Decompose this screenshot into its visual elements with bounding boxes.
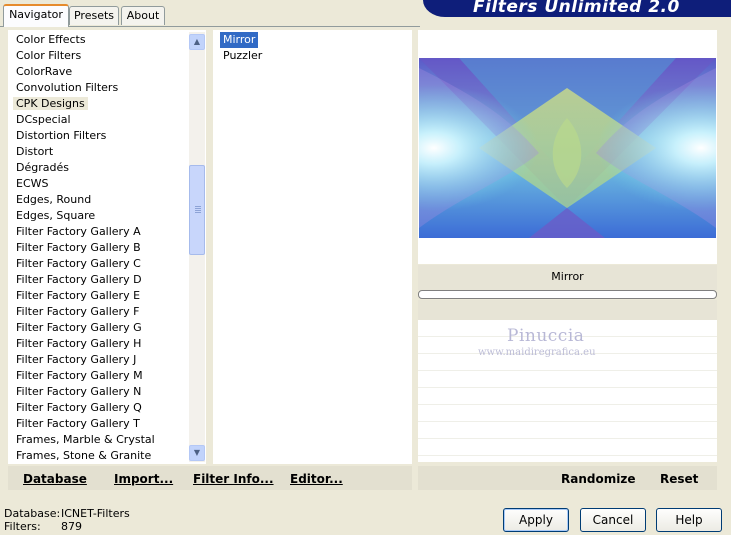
param-row	[418, 388, 717, 405]
editor-button[interactable]: Editor...	[290, 466, 343, 492]
category-item[interactable]: Frames, Marble & Crystal	[8, 432, 188, 448]
category-item-label: Filter Factory Gallery E	[16, 289, 141, 302]
preview-image	[419, 58, 716, 238]
status-filters-label: Filters:	[4, 520, 41, 533]
filter-item[interactable]: Puzzler	[220, 48, 410, 64]
category-item-label: Filter Factory Gallery T	[16, 417, 140, 430]
reset-button[interactable]: Reset	[660, 466, 698, 492]
category-item-label: Filter Factory Gallery H	[16, 337, 142, 350]
param-row	[418, 422, 717, 439]
category-item[interactable]: Filter Factory Gallery Q	[8, 400, 188, 416]
category-item[interactable]: Filter Factory Gallery D	[8, 272, 188, 288]
category-item[interactable]: Filter Factory Gallery B	[8, 240, 188, 256]
category-item-label: Filter Factory Gallery D	[16, 273, 142, 286]
category-item[interactable]: Filter Factory Gallery G	[8, 320, 188, 336]
scroll-thumb[interactable]	[189, 165, 205, 255]
category-item-label: Edges, Round	[16, 193, 92, 206]
category-item-label: Color Filters	[16, 49, 82, 62]
category-item[interactable]: Filter Factory Gallery M	[8, 368, 188, 384]
status-filters-value: 879	[61, 520, 82, 533]
category-item[interactable]: Filter Factory Gallery H	[8, 336, 188, 352]
filter-panel	[213, 30, 412, 464]
category-item[interactable]: Filter Factory Gallery E	[8, 288, 188, 304]
app-banner: Filters Unlimited 2.0	[423, 0, 731, 17]
import-button[interactable]: Import...	[114, 466, 173, 492]
tab-presets[interactable]: Presets	[69, 6, 119, 25]
status-database-value: ICNET-Filters	[61, 507, 130, 520]
category-item-label: ECWS	[16, 177, 49, 190]
param-row	[418, 371, 717, 388]
category-item[interactable]: Filter Factory Gallery T	[8, 416, 188, 432]
category-item[interactable]: Dégradés	[8, 160, 188, 176]
category-item[interactable]: Distortion Filters	[8, 128, 188, 144]
category-item-label: Filter Factory Gallery C	[16, 257, 141, 270]
param-slider[interactable]	[418, 290, 717, 299]
category-item-label: CPK Designs	[13, 97, 88, 110]
left-toolbar: Database Import... Filter Info... Editor…	[8, 466, 412, 490]
category-item-label: Edges, Square	[16, 209, 96, 222]
category-item[interactable]: Filter Factory Gallery N	[8, 384, 188, 400]
category-item-label: Filter Factory Gallery A	[16, 225, 141, 238]
watermark-name: Pinuccia	[507, 326, 585, 346]
help-button[interactable]: Help	[656, 508, 722, 532]
status-database: Database:ICNET-Filters	[4, 507, 130, 520]
category-list[interactable]: Color Effects Color Filters ColorRave Convo…	[8, 32, 188, 462]
category-item-label: Distortion Filters	[16, 129, 107, 142]
category-item[interactable]: Convolution Filters	[8, 80, 188, 96]
category-item-label: Filter Factory Gallery B	[16, 241, 141, 254]
category-item[interactable]: DCspecial	[8, 112, 188, 128]
category-item-label: Convolution Filters	[16, 81, 119, 94]
category-item-label: Dégradés	[16, 161, 69, 174]
param-spacer	[418, 300, 717, 320]
category-item-label: Filter Factory Gallery J	[16, 353, 137, 366]
cancel-button[interactable]: Cancel	[580, 508, 646, 532]
scroll-up-icon[interactable]: ▲	[189, 34, 205, 50]
status-filters: Filters: 879	[4, 520, 82, 533]
category-item[interactable]: Edges, Square	[8, 208, 188, 224]
filter-item[interactable]: Mirror	[220, 32, 410, 48]
category-item-label: ColorRave	[16, 65, 73, 78]
param-row	[418, 405, 717, 422]
watermark-url: www.maidiregrafica.eu	[478, 347, 596, 358]
category-item-label: Distort	[16, 145, 54, 158]
filter-item-label: Puzzler	[223, 49, 263, 62]
right-toolbar: Randomize Reset	[418, 466, 717, 490]
database-button[interactable]: Database	[23, 466, 87, 492]
category-item[interactable]: Color Effects	[8, 32, 188, 48]
filter-info-button[interactable]: Filter Info...	[193, 466, 274, 492]
category-item[interactable]: ColorRave	[8, 64, 188, 80]
category-item[interactable]: Filter Factory Gallery F	[8, 304, 188, 320]
filter-list[interactable]: Mirror Puzzler	[220, 32, 410, 64]
category-item-label: Filter Factory Gallery Q	[16, 401, 142, 414]
category-item-label: Filter Factory Gallery G	[16, 321, 142, 334]
category-item-label: Frames, Marble & Crystal	[16, 433, 155, 446]
category-item-label: Filter Factory Gallery F	[16, 305, 140, 318]
category-item[interactable]: Filter Factory Gallery A	[8, 224, 188, 240]
category-item[interactable]: Frames, Stone & Granite	[8, 448, 188, 462]
param-title: Mirror	[418, 265, 717, 290]
category-item[interactable]: Filter Factory Gallery C	[8, 256, 188, 272]
category-item-label: Frames, Stone & Granite	[16, 449, 152, 462]
param-row	[418, 439, 717, 456]
category-item-label: Filter Factory Gallery M	[16, 369, 143, 382]
category-scrollbar[interactable]: ▲ ▼	[189, 32, 205, 462]
category-item[interactable]: Edges, Round	[8, 192, 188, 208]
scroll-down-icon[interactable]: ▼	[189, 445, 205, 461]
tab-navigator[interactable]: Navigator	[3, 4, 69, 27]
category-item-label: Filter Factory Gallery N	[16, 385, 142, 398]
status-database-label: Database:	[4, 507, 61, 520]
category-item[interactable]: Distort	[8, 144, 188, 160]
category-item[interactable]: ECWS	[8, 176, 188, 192]
category-item[interactable]: Color Filters	[8, 48, 188, 64]
tab-about[interactable]: About	[121, 6, 165, 25]
category-item-label: Color Effects	[16, 33, 86, 46]
filter-item-label: Mirror	[220, 32, 259, 48]
category-item[interactable]: CPK Designs	[8, 96, 188, 112]
category-item[interactable]: Filter Factory Gallery J	[8, 352, 188, 368]
randomize-button[interactable]: Randomize	[561, 466, 635, 492]
category-item-label: DCspecial	[16, 113, 71, 126]
apply-button[interactable]: Apply	[503, 508, 569, 532]
